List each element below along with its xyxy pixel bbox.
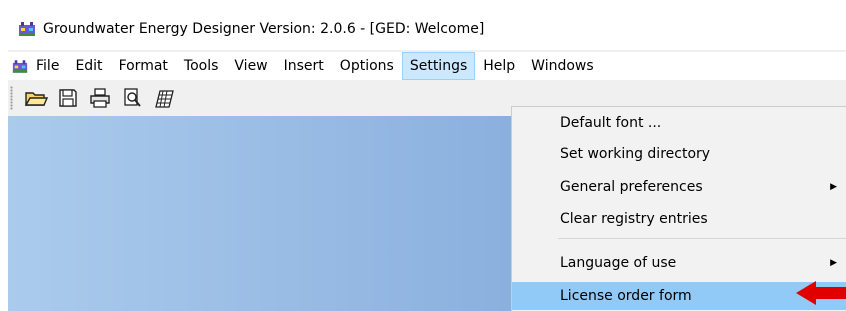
menu-help[interactable]: Help <box>475 52 523 80</box>
table-button[interactable] <box>149 84 179 112</box>
menu-file[interactable]: File <box>28 52 67 80</box>
application-window: Groundwater Energy Designer Version: 2.0… <box>8 8 846 311</box>
menu-options[interactable]: Options <box>332 52 402 80</box>
save-icon <box>59 89 77 107</box>
menu-insert[interactable]: Insert <box>276 52 332 80</box>
menu-item-label: Set working directory <box>560 146 711 162</box>
print-preview-button[interactable] <box>117 84 147 112</box>
menu-tools[interactable]: Tools <box>176 52 227 80</box>
menu-format[interactable]: Format <box>111 52 176 80</box>
window-title: Groundwater Energy Designer Version: 2.0… <box>43 21 485 37</box>
menu-settings[interactable]: Settings <box>401 52 476 80</box>
menu-item-default-font[interactable]: Default font ... <box>512 109 846 137</box>
open-folder-button[interactable] <box>21 84 51 112</box>
app-menu-icon[interactable] <box>12 59 28 74</box>
open-folder-icon <box>24 92 48 106</box>
menu-item-label: Default font ... <box>560 115 662 131</box>
menu-item-general-preferences[interactable]: General preferences ▶ <box>512 173 846 201</box>
menu-view[interactable]: View <box>226 52 275 80</box>
submenu-arrow-icon: ▶ <box>830 182 837 192</box>
print-icon <box>90 88 110 108</box>
save-button[interactable] <box>53 84 83 112</box>
menu-edit[interactable]: Edit <box>67 52 110 80</box>
print-preview-icon <box>124 88 141 107</box>
app-icon <box>19 22 35 36</box>
menu-item-language-of-use[interactable]: Language of use ▶ <box>512 249 846 277</box>
menu-separator <box>558 238 846 239</box>
menu-item-label: Language of use <box>560 255 677 271</box>
toolbar-grip[interactable] <box>10 86 13 110</box>
menu-item-set-working-directory[interactable]: Set working directory <box>512 140 846 168</box>
table-icon <box>155 90 174 108</box>
menu-bar: File Edit Format Tools View Insert Optio… <box>8 52 846 80</box>
submenu-arrow-icon: ▶ <box>830 258 837 268</box>
menu-item-label: Clear registry entries <box>560 211 708 227</box>
menu-item-label: General preferences <box>560 179 703 195</box>
menu-item-clear-registry-entries[interactable]: Clear registry entries <box>512 205 846 233</box>
title-bar: Groundwater Energy Designer Version: 2.0… <box>8 8 846 50</box>
menu-item-label: License order form <box>560 288 692 304</box>
annotation-arrow-icon <box>796 281 846 305</box>
print-button[interactable] <box>85 84 115 112</box>
menu-windows[interactable]: Windows <box>523 52 602 80</box>
